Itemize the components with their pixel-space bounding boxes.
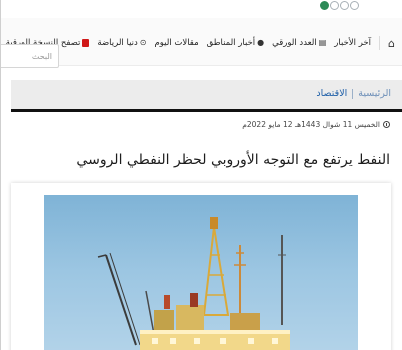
article-photo[interactable] [44,195,358,350]
breadcrumb: الرئيسية الاقتصاد [316,88,391,99]
nav-item-sports[interactable]: ⊙ دنيا الرياضة [97,38,146,48]
oil-platform-illustration [97,217,290,350]
article-date: الخميس 11 شوال 1443هـ 12 مايو 2022م [242,120,390,129]
breadcrumb-home[interactable]: الرئيسية [358,88,391,99]
main-navbar: ⌂ آخر الأخبار ▤ العدد الورقي ● أخبار الم… [1,18,402,68]
nav-item-articles[interactable]: مقالات اليوم [155,38,199,48]
nav-item-label: أخبار المناطق [206,38,256,48]
map-pin-icon: ● [257,38,265,47]
nav-item-label: آخر الأخبار [334,38,372,48]
nav-item-label: العدد الورقي [272,38,317,48]
nav-item-print-edition[interactable]: ▤ العدد الورقي [272,38,326,48]
pdf-icon [82,39,90,47]
nav-menu: ⌂ آخر الأخبار ▤ العدد الورقي ● أخبار الم… [6,36,395,50]
clock-icon [383,121,390,128]
newspaper-icon: ▤ [318,38,327,47]
top-strip [1,0,402,18]
carousel-dots [320,1,359,10]
breadcrumb-divider [352,88,354,99]
nav-item-regions[interactable]: ● أخبار المناطق [207,38,264,48]
nav-item-label: دنيا الرياضة [97,38,138,48]
article-date-text: الخميس 11 شوال 1443هـ 12 مايو 2022م [242,120,380,129]
home-icon[interactable]: ⌂ [388,37,395,50]
breadcrumb-section[interactable]: الاقتصاد [316,88,347,99]
article-media-card [11,183,391,350]
carousel-dot[interactable] [350,1,359,10]
nav-item-latest-news[interactable]: آخر الأخبار [334,38,371,48]
carousel-dot[interactable] [320,1,329,10]
carousel-dot[interactable] [340,1,349,10]
nav-divider [379,36,381,50]
carousel-dot[interactable] [330,1,339,10]
ball-icon: ⊙ [139,38,147,47]
article-title: النفط يرتفع مع التوجه الأوروبي لحظر النف… [76,152,390,168]
page-frame: ⌂ آخر الأخبار ▤ العدد الورقي ● أخبار الم… [0,0,402,350]
search-input[interactable] [1,44,59,68]
section-bar: الرئيسية الاقتصاد [11,80,402,112]
nav-item-label: مقالات اليوم [154,38,199,48]
